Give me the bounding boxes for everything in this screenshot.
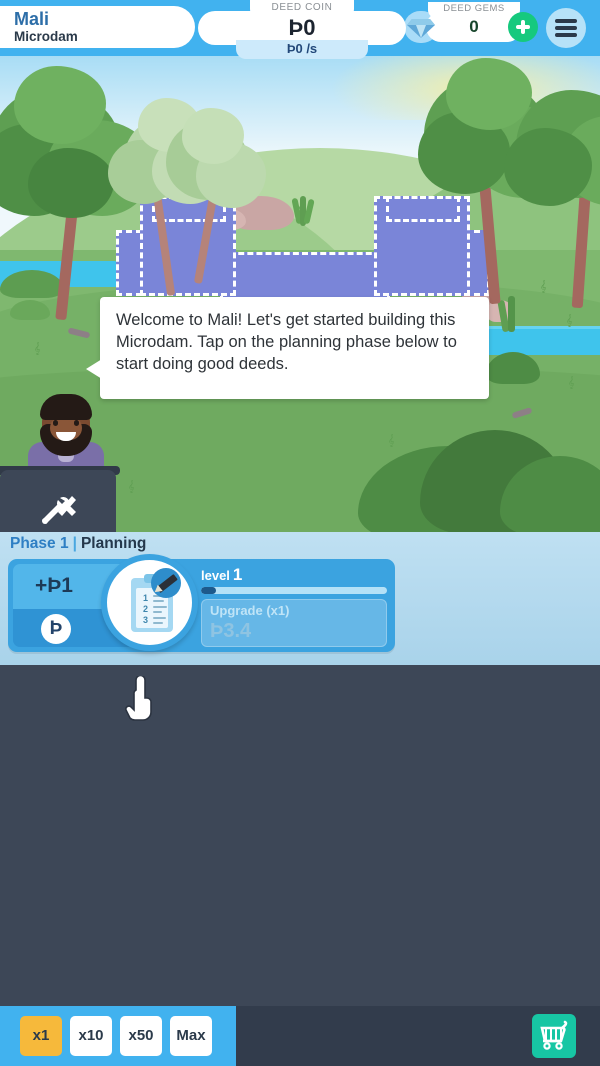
multiplier-x1[interactable]: x1 [20,1016,62,1056]
gem-icon [404,11,438,43]
multiplier-x50[interactable]: x50 [120,1016,162,1056]
game-scene[interactable]: ▵ � [0,0,600,532]
grass-detail: 𝄞 [128,481,135,493]
grass-detail: 𝄞 [568,377,575,389]
empty-phase-list-area [0,665,600,1006]
bottom-bar: x1 x10 x50 Max [0,1006,600,1066]
multiplier-panel: x1 x10 x50 Max [0,1006,236,1066]
grass-blade [508,296,515,332]
level-row: level 1 [201,565,242,585]
upgrade-button[interactable]: Upgrade (x1) Þ3.4 [201,599,387,647]
deed-coin-rate: Þ0 /s [236,40,368,59]
dam-span [220,252,390,300]
hamburger-menu-icon[interactable] [546,8,586,48]
deed-gems-panel[interactable]: DEED GEMS 0 [404,2,538,48]
tutorial-text: Welcome to Mali! Let's get started build… [116,311,457,373]
grass-detail: 𝄞 [566,315,573,327]
shopping-cart-icon [540,1020,568,1050]
upgrade-cost: Þ3.4 [210,620,252,642]
phase-name: Planning [80,535,147,552]
multiplier-x10[interactable]: x10 [70,1016,112,1056]
tutorial-bubble[interactable]: Welcome to Mali! Let's get started build… [86,297,489,399]
grass-detail: 𝄞 [540,281,547,293]
dam-cap-right [386,196,460,222]
grass-detail: 𝄞 [34,343,41,355]
phase-panel: Phase 1 | Planning +Þ1 Þ 1 2 3 level 1 U… [0,532,600,665]
phase-card-planning[interactable]: +Þ1 Þ 1 2 3 level 1 Upgrade (x1) Þ3.4 [8,554,395,652]
country-name: Mali [14,9,50,29]
tap-gain-amount: +Þ1 [35,574,73,597]
tools-icon [42,496,76,524]
clipboard-pencil-icon[interactable]: 1 2 3 [101,554,198,651]
level-label: level [201,568,230,583]
level-progress-bar [201,587,387,594]
upgrade-label: Upgrade (x1) [210,603,290,618]
phase-number: Phase 1 [10,535,69,552]
add-gems-button[interactable] [508,12,538,42]
multiplier-max[interactable]: Max [170,1016,212,1056]
grass-detail: 𝄞 [388,435,395,447]
pointing-hand-cursor [125,676,152,721]
project-name: Microdam [14,29,78,44]
top-header-bar: Mali Microdam DEED COIN Þ0 Þ0 /s DEED GE… [0,0,600,59]
location-panel[interactable]: Mali Microdam [0,6,195,48]
level-value: 1 [232,565,243,584]
bubble-tail [86,359,102,379]
phase-separator: | [72,535,77,552]
phase-title: Phase 1 | Planning [10,535,146,553]
deed-coin-panel[interactable]: DEED COIN Þ0 Þ0 /s [198,0,406,62]
level-and-upgrade: level 1 Upgrade (x1) Þ3.4 [201,565,389,647]
coin-symbol-badge: Þ [41,614,71,644]
shop-button[interactable] [532,1014,576,1058]
